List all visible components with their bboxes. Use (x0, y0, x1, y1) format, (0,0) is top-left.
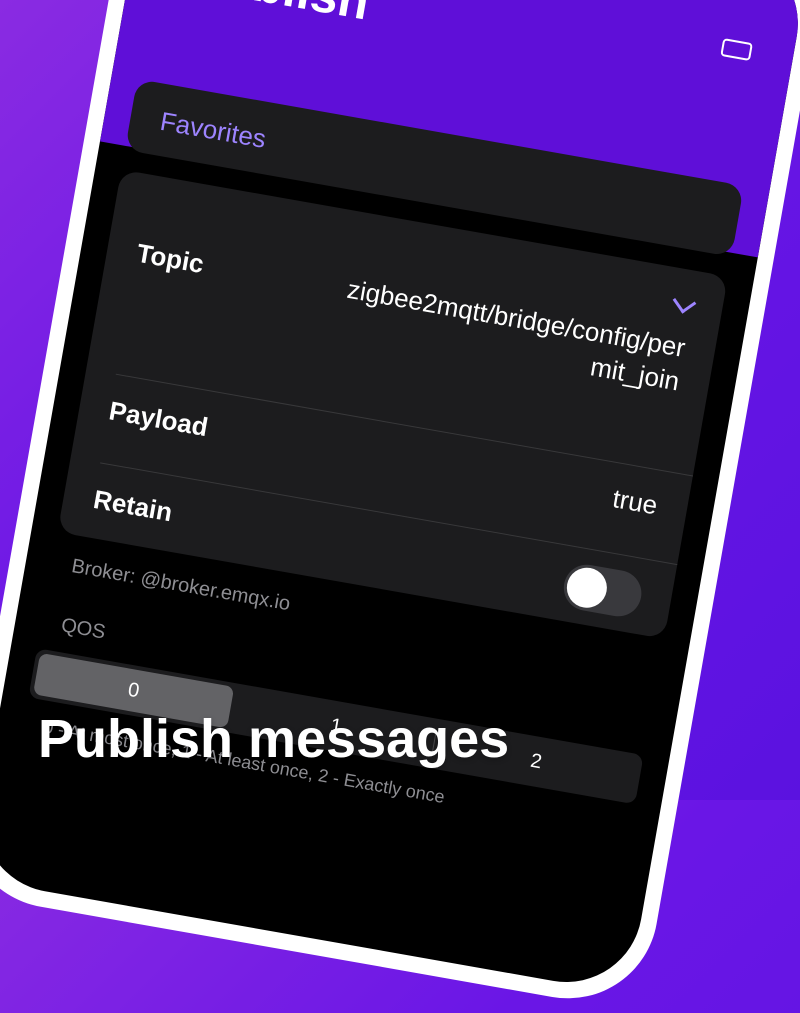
retain-toggle[interactable] (560, 561, 646, 620)
battery-icon (720, 38, 753, 62)
favorites-label: Favorites (157, 105, 269, 154)
retain-label: Retain (91, 483, 175, 528)
topic-value[interactable]: zigbee2mqtt/bridge/config/permit_join (321, 270, 688, 399)
qos-label: QOS (59, 614, 108, 644)
toggle-knob (563, 564, 611, 611)
payload-label: Payload (106, 395, 211, 443)
app-screen: Publish Favorites Topic zigbee2mqtt/brid… (0, 0, 800, 995)
promo-caption: Publish messages (38, 709, 510, 769)
page-title: Publish (186, 0, 374, 32)
phone-frame: Publish Favorites Topic zigbee2mqtt/brid… (0, 0, 800, 1013)
publish-form-card: Topic zigbee2mqtt/bridge/config/permit_j… (57, 169, 729, 639)
topic-label: Topic (134, 237, 207, 280)
